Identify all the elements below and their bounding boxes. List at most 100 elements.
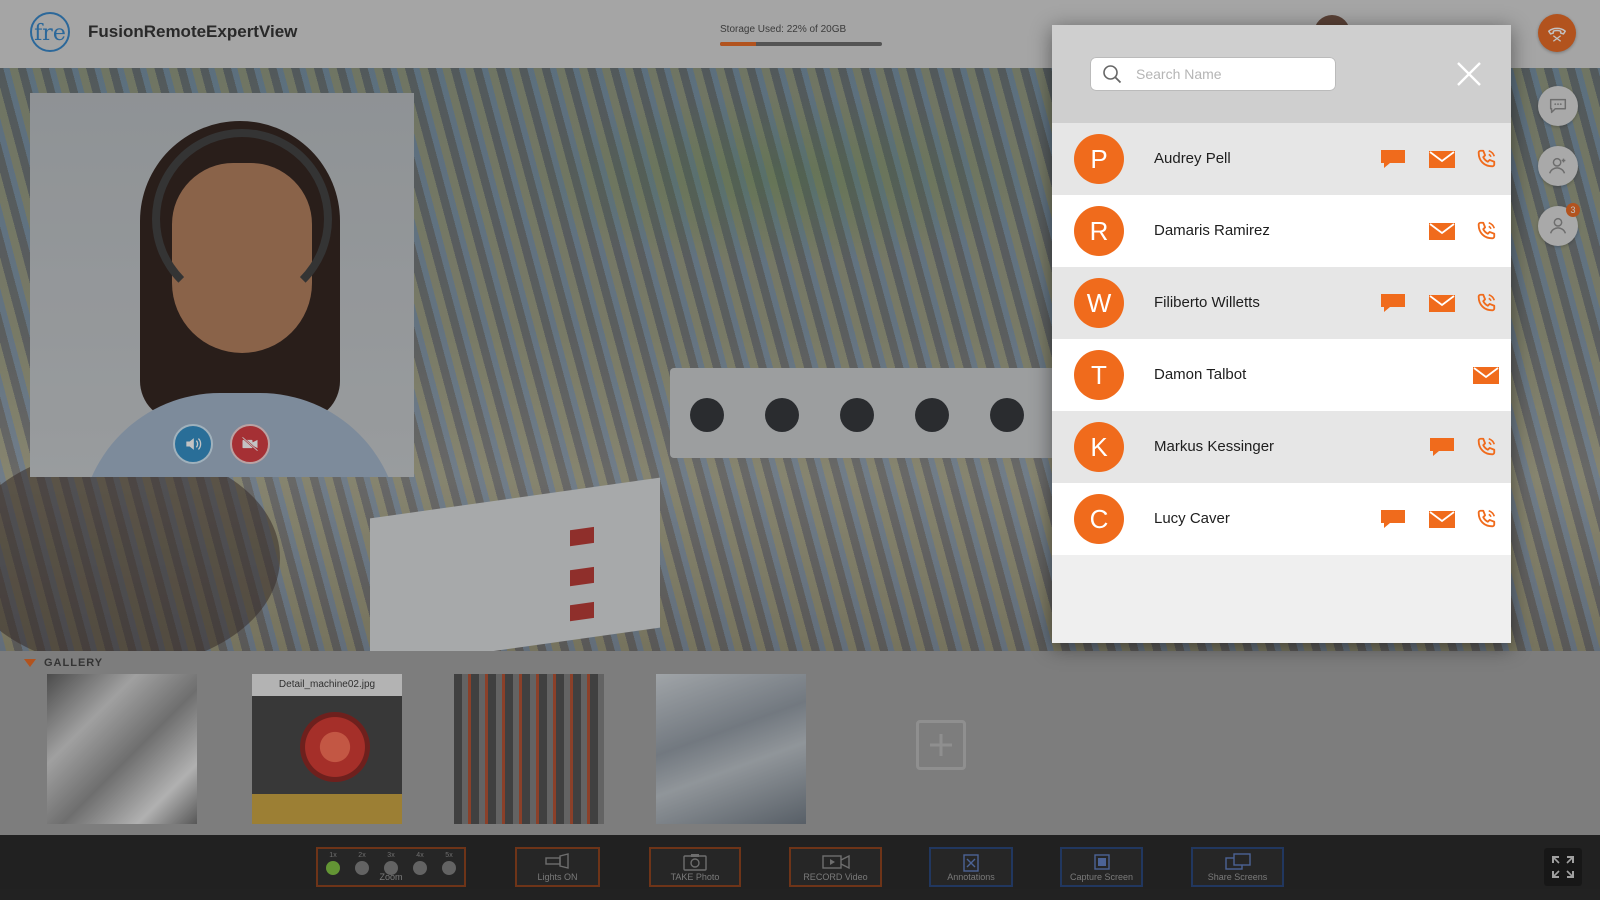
app-title: FusionRemoteExpertView	[88, 22, 298, 41]
bottom-toolbar: 1x 2x 3x 4x 5x Zoom Lights ON TAKE Photo REC…	[0, 835, 1600, 900]
camera-off-button[interactable]	[230, 424, 270, 464]
zoom-step-label: 3x	[387, 852, 395, 859]
contact-row[interactable]: K Markus Kessinger	[1052, 411, 1511, 483]
speaker-button[interactable]	[173, 424, 213, 464]
chat-icon	[1381, 510, 1405, 528]
contact-name: Filiberto Willetts	[1154, 294, 1260, 311]
email-button[interactable]	[1427, 217, 1457, 245]
chat-rail-button[interactable]	[1538, 86, 1578, 126]
email-button[interactable]	[1471, 361, 1501, 389]
contact-name: Damaris Ramirez	[1154, 222, 1270, 239]
chat-icon	[1381, 294, 1405, 312]
contact-name: Audrey Pell	[1154, 150, 1231, 167]
gallery-thumbnail[interactable]	[656, 674, 806, 824]
contact-avatar: T	[1074, 350, 1124, 400]
participants-rail-button[interactable]: 3	[1538, 203, 1580, 246]
search-input[interactable]	[1134, 65, 1318, 83]
fullscreen-button[interactable]	[1544, 848, 1582, 886]
zoom-step-dot	[442, 861, 456, 875]
annotations-button[interactable]: Annotations	[929, 847, 1013, 887]
zoom-step[interactable]: 5x	[442, 852, 456, 875]
contact-avatar: K	[1074, 422, 1124, 472]
search-box[interactable]	[1090, 57, 1336, 91]
capture-screen-label: Capture Screen	[1069, 872, 1134, 882]
add-gallery-item-button[interactable]	[916, 720, 966, 770]
add-user-rail-button[interactable]	[1538, 146, 1578, 186]
contact-name: Lucy Caver	[1154, 510, 1230, 527]
email-button[interactable]	[1427, 289, 1457, 317]
call-button[interactable]	[1471, 289, 1501, 317]
zoom-step[interactable]: 4x	[413, 852, 427, 875]
zoom-step-label: 2x	[358, 852, 366, 859]
take-photo-button[interactable]: TAKE Photo	[649, 847, 741, 887]
contacts-panel: P Audrey Pell R Damaris Ramirez W Filiberto W…	[1052, 25, 1511, 643]
call-button[interactable]	[1471, 505, 1501, 533]
close-icon[interactable]	[1454, 59, 1484, 89]
zoom-step-label: 5x	[445, 852, 453, 859]
collapse-triangle-icon	[24, 659, 36, 667]
speaker-icon	[186, 438, 202, 450]
lights-label: Lights ON	[537, 872, 578, 882]
call-button[interactable]	[1471, 145, 1501, 173]
headset	[152, 129, 332, 309]
gallery-thumbnail[interactable]	[47, 674, 197, 824]
chat-bubble-icon	[1549, 98, 1567, 114]
gallery-header[interactable]: GALLERY	[24, 657, 103, 669]
gallery-strip: GALLERY Detail_machine02.jpg	[0, 651, 1600, 835]
lights-button[interactable]: Lights ON	[515, 847, 600, 887]
call-button[interactable]	[1471, 433, 1501, 461]
email-button[interactable]	[1427, 505, 1457, 533]
gallery-thumbnail[interactable]	[454, 674, 604, 824]
contacts-panel-header	[1052, 25, 1511, 123]
search-icon	[1103, 65, 1122, 84]
fullscreen-icon	[1552, 856, 1574, 878]
email-icon	[1429, 151, 1455, 168]
record-video-button[interactable]: RECORD Video	[789, 847, 882, 887]
capture-screen-button[interactable]: Capture Screen	[1060, 847, 1143, 887]
phone-icon	[1477, 221, 1496, 240]
contact-name: Markus Kessinger	[1154, 438, 1275, 455]
email-icon	[1429, 511, 1455, 528]
share-screens-button[interactable]: Share Screens	[1191, 847, 1284, 887]
annotations-label: Annotations	[947, 872, 995, 882]
end-call-button[interactable]	[1538, 14, 1576, 52]
zoom-step-label: 1x	[329, 852, 337, 859]
gallery-thumbnail[interactable]: Detail_machine02.jpg	[252, 674, 402, 824]
chat-button[interactable]	[1378, 505, 1408, 533]
chat-button[interactable]	[1378, 145, 1408, 173]
chat-button[interactable]	[1378, 289, 1408, 317]
phone-icon	[1477, 149, 1496, 168]
participants-badge: 3	[1566, 203, 1580, 217]
gallery-title: GALLERY	[44, 657, 104, 669]
email-button[interactable]	[1427, 145, 1457, 173]
contact-row[interactable]: P Audrey Pell	[1052, 123, 1511, 195]
contact-row[interactable]: T Damon Talbot	[1052, 339, 1511, 411]
app-logo: fre	[30, 12, 70, 52]
contact-row[interactable]: W Filiberto Willetts	[1052, 267, 1511, 339]
record-video-label: RECORD Video	[803, 872, 868, 882]
participants-icon	[1549, 217, 1567, 234]
email-icon	[1473, 367, 1499, 384]
contact-row[interactable]: R Damaris Ramirez	[1052, 195, 1511, 267]
contact-avatar: R	[1074, 206, 1124, 256]
zoom-step[interactable]: 1x	[326, 852, 340, 875]
phone-icon	[1477, 437, 1496, 456]
contact-row[interactable]: C Lucy Caver	[1052, 483, 1511, 555]
contact-avatar: W	[1074, 278, 1124, 328]
zoom-step-dot	[326, 861, 340, 875]
zoom-step[interactable]: 3x	[384, 852, 398, 875]
zoom-step-dot	[355, 861, 369, 875]
flashlight-icon	[544, 853, 569, 869]
thumbnail-caption: Detail_machine02.jpg	[252, 674, 402, 696]
call-button[interactable]	[1471, 217, 1501, 245]
storage-usage-label: Storage Used: 22% of 20GB	[720, 24, 847, 35]
contact-avatar: P	[1074, 134, 1124, 184]
phone-hangup-icon	[1548, 27, 1566, 42]
add-user-icon	[1549, 157, 1566, 174]
camera-icon	[683, 854, 707, 871]
zoom-step[interactable]: 2x	[355, 852, 369, 875]
zoom-control[interactable]: 1x 2x 3x 4x 5x Zoom	[316, 847, 466, 887]
expert-video-pip[interactable]	[30, 93, 414, 477]
chat-button[interactable]	[1427, 433, 1457, 461]
camera-off-icon	[241, 436, 259, 452]
